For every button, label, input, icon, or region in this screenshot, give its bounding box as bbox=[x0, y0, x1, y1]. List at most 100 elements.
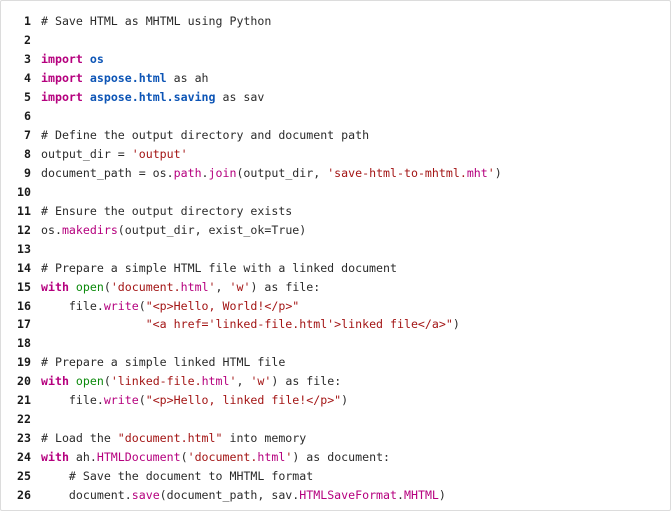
code-token: open bbox=[75, 279, 104, 294]
code-token: ) as file: bbox=[271, 374, 342, 389]
line-number: 7 bbox=[24, 128, 31, 143]
code-token: , bbox=[215, 279, 230, 294]
line-number: 16 bbox=[17, 298, 31, 313]
code-token: 'w' bbox=[250, 374, 272, 389]
code-line: 11 # Ensure the output directory exists bbox=[1, 201, 670, 220]
line-number: 12 bbox=[17, 222, 31, 237]
code-line: 15 with open('document.html', 'w') as fil… bbox=[1, 277, 670, 296]
code-lines: 1 # Save HTML as MHTML using Python 2 3 impo… bbox=[1, 12, 670, 504]
line-number: 3 bbox=[24, 52, 31, 67]
code-token: 'document. bbox=[187, 450, 258, 465]
code-line: 1 # Save HTML as MHTML using Python bbox=[1, 12, 670, 31]
code-token: as sav bbox=[215, 90, 265, 105]
line-number: 8 bbox=[24, 147, 31, 162]
code-token: # Save HTML as MHTML using Python bbox=[41, 14, 272, 29]
code-token: "<p>Hello, linked file!</p>" bbox=[145, 393, 342, 408]
code-text: output_dir = 'output' bbox=[41, 147, 670, 161]
code-token: write bbox=[103, 298, 139, 313]
code-line: 8 output_dir = 'output' bbox=[1, 145, 670, 164]
code-token: html bbox=[180, 279, 209, 294]
code-token: 'linked-file. bbox=[110, 374, 202, 389]
code-token: (output_dir, exist_ok=True) bbox=[117, 222, 307, 237]
code-line: 2 bbox=[1, 31, 670, 50]
code-token: with bbox=[41, 374, 69, 389]
code-token: ( bbox=[138, 298, 146, 313]
code-token: ) bbox=[494, 165, 502, 180]
code-text: file.write("<p>Hello, linked file!</p>") bbox=[41, 393, 670, 407]
code-text: import aspose.html.saving as sav bbox=[41, 90, 670, 104]
line-number: 17 bbox=[17, 317, 31, 332]
code-token: ) as document: bbox=[292, 450, 391, 465]
code-token: HTMLDocument bbox=[96, 450, 181, 465]
line-number: 11 bbox=[17, 203, 31, 218]
code-line: 9 document_path = os.path.join(output_dir… bbox=[1, 164, 670, 183]
code-token: "<a href='linked-file.html'>linked file<… bbox=[145, 317, 453, 332]
code-text: document.save(document_path, sav.HTMLSav… bbox=[41, 488, 670, 502]
code-token: ' bbox=[487, 165, 495, 180]
code-token: HTMLSaveFormat bbox=[299, 487, 398, 502]
code-line: 18 bbox=[1, 334, 670, 353]
code-line: 13 bbox=[1, 239, 670, 258]
code-line: 5 import aspose.html.saving as sav bbox=[1, 88, 670, 107]
code-text: # Save the document to MHTML format bbox=[41, 469, 670, 483]
line-number: 23 bbox=[17, 431, 31, 446]
line-number: 19 bbox=[17, 355, 31, 370]
line-number: 22 bbox=[17, 412, 31, 427]
line-number: 2 bbox=[24, 33, 31, 48]
code-line: 7 # Define the output directory and docum… bbox=[1, 126, 670, 145]
code-token: # Ensure the output directory exists bbox=[41, 203, 293, 218]
code-token: ' bbox=[208, 279, 216, 294]
code-line: 3 import os bbox=[1, 50, 670, 69]
code-text: # Ensure the output directory exists bbox=[41, 204, 670, 218]
code-token: ah. bbox=[68, 450, 97, 465]
code-text: "<a href='linked-file.html'>linked file<… bbox=[41, 317, 670, 331]
line-number: 21 bbox=[17, 393, 31, 408]
code-text: with open('linked-file.html', 'w') as fi… bbox=[41, 374, 670, 388]
code-token: . bbox=[397, 487, 404, 502]
code-line: 17 "<a href='linked-file.html'>linked fi… bbox=[1, 315, 670, 334]
code-text: with ah.HTMLDocument('document.html') as… bbox=[41, 450, 670, 464]
code-token: (output_dir, bbox=[236, 165, 328, 180]
code-line: 6 bbox=[1, 107, 670, 126]
line-number: 26 bbox=[17, 487, 31, 502]
code-text: # Prepare a simple linked HTML file bbox=[41, 355, 670, 369]
code-line: 20 with open('linked-file.html', 'w') as … bbox=[1, 372, 670, 391]
code-text: # Define the output directory and docume… bbox=[41, 128, 670, 142]
code-text: # Save HTML as MHTML using Python bbox=[41, 14, 670, 28]
code-line: 14 # Prepare a simple HTML file with a li… bbox=[1, 258, 670, 277]
code-token: MHTML bbox=[404, 487, 439, 502]
code-token: with bbox=[41, 279, 69, 294]
code-token: join bbox=[208, 165, 237, 180]
code-token: ( bbox=[103, 374, 111, 389]
line-number: 10 bbox=[17, 184, 31, 199]
code-token: path bbox=[173, 165, 202, 180]
code-token: write bbox=[103, 393, 139, 408]
line-number: 9 bbox=[24, 165, 31, 180]
code-token: 'document. bbox=[110, 279, 181, 294]
line-number: 25 bbox=[17, 468, 31, 483]
code-token: html bbox=[257, 450, 286, 465]
code-token: makedirs bbox=[61, 222, 118, 237]
code-line: 12 os.makedirs(output_dir, exist_ok=True) bbox=[1, 220, 670, 239]
code-text: # Load the "document.html" into memory bbox=[41, 431, 670, 445]
code-token: import bbox=[41, 90, 83, 105]
code-token: mht bbox=[466, 165, 488, 180]
code-token: html bbox=[201, 374, 230, 389]
code-token: 'w' bbox=[229, 279, 251, 294]
line-number: 20 bbox=[17, 374, 31, 389]
code-line: 10 bbox=[1, 182, 670, 201]
code-token: into memory bbox=[222, 431, 307, 446]
code-token: as ah bbox=[166, 71, 209, 86]
line-number: 15 bbox=[17, 279, 31, 294]
code-token: ) bbox=[438, 487, 446, 502]
code-block: 1 # Save HTML as MHTML using Python 2 3 impo… bbox=[0, 0, 671, 511]
code-line: 4 import aspose.html as ah bbox=[1, 69, 670, 88]
code-token: "document.html" bbox=[117, 431, 223, 446]
code-token: open bbox=[75, 374, 104, 389]
code-line: 16 file.write("<p>Hello, World!</p>" bbox=[1, 296, 670, 315]
line-number: 4 bbox=[24, 71, 31, 86]
code-token: os bbox=[89, 52, 104, 67]
